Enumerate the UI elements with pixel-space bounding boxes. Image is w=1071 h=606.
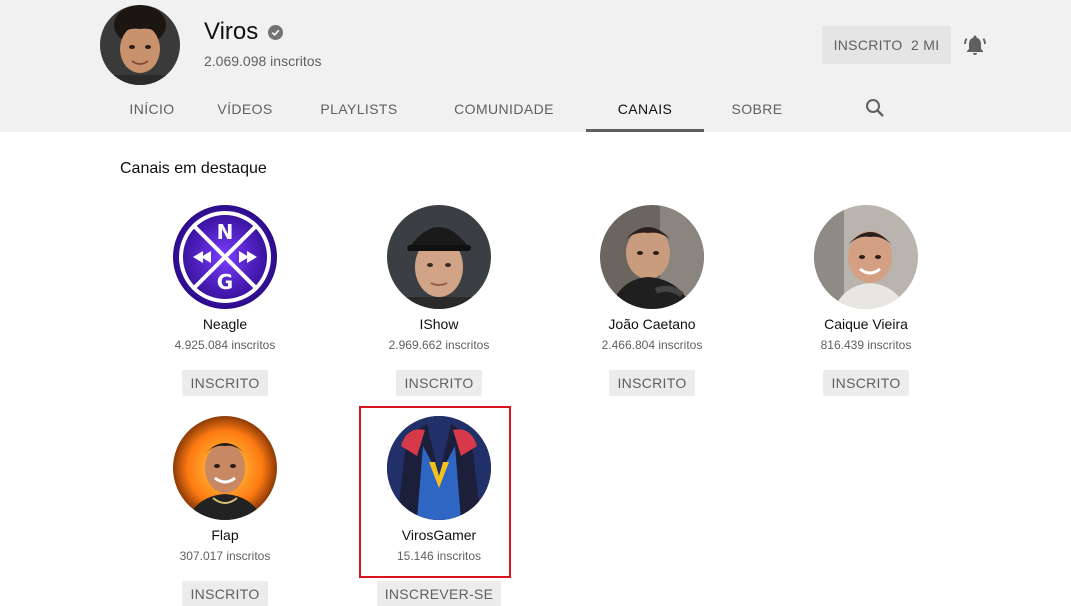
channel-avatar[interactable] [100, 5, 180, 85]
channel-card-joao-caetano: João Caetano 2.466.804 inscritos INSCRIT… [545, 205, 759, 400]
subscribed-button[interactable]: INSCRITO [823, 370, 909, 396]
channel-card-flap: Flap 307.017 inscritos INSCRITO [118, 416, 332, 606]
channel-subscriber-count: 816.439 inscritos [820, 338, 912, 352]
subscribed-button[interactable]: INSCRITO [396, 370, 482, 396]
channel-avatar[interactable] [173, 416, 277, 520]
channel-avatar[interactable] [814, 205, 918, 309]
channel-tabs: INÍCIO VÍDEOS PLAYLISTS COMUNIDADE CANAI… [110, 86, 810, 132]
tab-playlists[interactable]: PLAYLISTS [296, 86, 422, 132]
channel-card-neagle: N G Neagle 4.925.084 inscritos INSCRITO [118, 205, 332, 400]
channel-name[interactable]: IShow [420, 316, 459, 332]
svg-text:G: G [217, 270, 233, 294]
channel-subscriber-count: 4.925.084 inscritos [174, 338, 276, 352]
channel-title: Viros [204, 18, 284, 46]
subscribed-button[interactable]: INSCRITO 2 MI [822, 26, 951, 64]
subscribe-button[interactable]: INSCREVER-SE [376, 581, 502, 606]
tab-sobre[interactable]: SOBRE [704, 86, 810, 132]
channel-subscriber-count: 2.969.662 inscritos [388, 338, 490, 352]
subscribed-button[interactable]: INSCRITO [182, 370, 268, 396]
channel-subscriber-count: 307.017 inscritos [179, 549, 271, 563]
channel-card-caique-vieira: Caique Vieira 816.439 inscritos INSCRITO [759, 205, 973, 400]
channel-name[interactable]: Flap [211, 527, 238, 543]
tab-label: PLAYLISTS [320, 101, 398, 117]
channel-name[interactable]: Caique Vieira [824, 316, 908, 332]
tab-videos[interactable]: VÍDEOS [194, 86, 296, 132]
channel-avatar[interactable] [600, 205, 704, 309]
tab-label: CANAIS [617, 101, 673, 117]
channel-subscriber-count: 2.466.804 inscritos [601, 338, 703, 352]
channel-name[interactable]: João Caetano [608, 316, 695, 332]
channel-header: Viros 2.069.098 inscritos INSCRITO 2 MI … [0, 0, 1071, 132]
channel-card-ishow: IShow 2.969.662 inscritos INSCRITO [332, 205, 546, 400]
tab-comunidade[interactable]: COMUNIDADE [422, 86, 586, 132]
search-icon[interactable] [864, 97, 886, 119]
notification-bell-icon[interactable] [963, 33, 987, 57]
tab-inicio[interactable]: INÍCIO [110, 86, 194, 132]
tab-label: INÍCIO [129, 101, 175, 117]
tab-label: VÍDEOS [217, 101, 273, 117]
tab-canais[interactable]: CANAIS [586, 86, 704, 132]
section-title: Canais em destaque [120, 160, 267, 177]
subscribed-button-label: INSCRITO 2 MI [833, 37, 940, 53]
verified-icon [268, 24, 284, 40]
subscribed-button[interactable]: INSCRITO [182, 581, 268, 606]
channel-avatar[interactable] [387, 205, 491, 309]
tab-label: SOBRE [731, 101, 783, 117]
channel-subscriber-count: 2.069.098 inscritos [204, 53, 322, 69]
channel-name: Viros [204, 18, 259, 45]
channel-avatar[interactable]: N G [173, 205, 277, 309]
subscribed-button[interactable]: INSCRITO [609, 370, 695, 396]
tab-label: COMUNIDADE [454, 101, 554, 117]
channel-name[interactable]: Neagle [203, 316, 247, 332]
svg-text:N: N [217, 220, 234, 244]
highlight-box [359, 406, 511, 578]
